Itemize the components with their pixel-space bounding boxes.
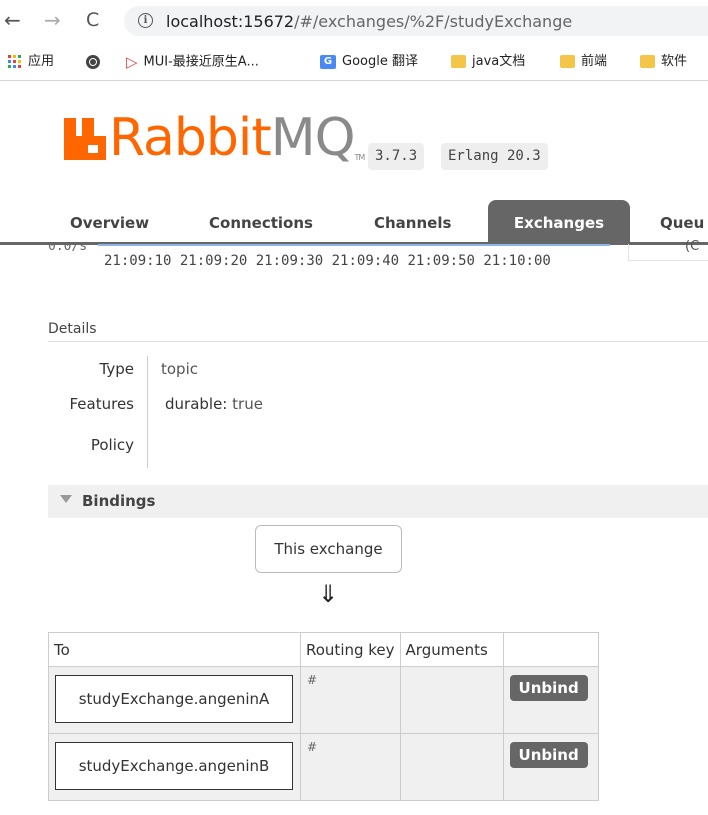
url-path: /#/exchanges/%2F/studyExchange	[294, 12, 573, 31]
cell-action: Unbind	[502, 733, 599, 801]
url-host: localhost:15672	[166, 12, 295, 31]
cell-arguments	[399, 666, 504, 734]
tab-exchanges[interactable]: Exchanges	[488, 200, 630, 244]
bookmarks-bar: 应用 ▷ MUI-最接近原生A... G Google 翻译 java文档 前端 软…	[0, 42, 708, 81]
features-label: Features	[69, 395, 135, 413]
features-value: durable: true	[165, 395, 263, 413]
main-tabs: Overview Connections Channels Exchanges …	[0, 200, 708, 244]
bookmark-software[interactable]: 软件	[640, 52, 687, 72]
x-tick: 21:09:50	[407, 253, 475, 269]
column-header-arguments: Arguments	[399, 632, 504, 667]
routing-key-value: #	[307, 673, 318, 687]
type-label: Type	[99, 360, 134, 378]
destination-queue-link[interactable]: studyExchange.angeninB	[55, 742, 293, 790]
logo-tm-text: TM	[354, 153, 366, 162]
details-divider	[48, 341, 708, 342]
chart-legend: (C	[628, 239, 708, 261]
bookmark-label: Google 翻译	[342, 54, 418, 69]
google-translate-icon: G	[320, 54, 336, 69]
cell-to: studyExchange.angeninA	[48, 666, 301, 734]
column-header-to: To	[48, 632, 301, 667]
cell-action: Unbind	[502, 666, 599, 734]
folder-icon	[560, 55, 575, 68]
chart-x-ticks: 21:09:10 21:09:20 21:09:30 21:09:40 21:0…	[104, 253, 551, 269]
info-icon[interactable]: i	[138, 13, 153, 28]
erlang-version-badge: Erlang 20.3	[441, 143, 548, 170]
logo-rabbit-text: Rabbit	[109, 108, 272, 168]
bindings-heading: Bindings	[82, 492, 156, 510]
x-tick: 21:09:10	[104, 253, 172, 269]
this-exchange-box: This exchange	[255, 525, 402, 573]
routing-key-value: #	[307, 740, 318, 754]
message-rate-chart: 0.0/s 21:09:10 21:09:20 21:09:30 21:09:4…	[48, 244, 628, 274]
globe-icon	[86, 54, 100, 69]
url-text[interactable]: localhost:15672/#/exchanges/%2F/studyExc…	[166, 12, 572, 31]
policy-label: Policy	[90, 436, 134, 454]
tab-connections[interactable]: Connections	[209, 200, 313, 244]
bookmark-apps[interactable]: 应用	[8, 52, 54, 72]
cell-arguments	[399, 733, 504, 801]
table-row: studyExchange.angeninA # Unbind	[48, 666, 599, 734]
bookmark-mui[interactable]: ▷ MUI-最接近原生A...	[126, 52, 259, 72]
legend-fragment: (C	[685, 239, 700, 254]
forward-arrow-icon[interactable]: →	[44, 9, 61, 31]
cell-routing-key: #	[300, 733, 401, 801]
details-heading: Details	[48, 321, 97, 337]
folder-icon	[640, 55, 655, 68]
x-tick: 21:09:30	[255, 253, 324, 269]
unbind-button[interactable]: Unbind	[509, 675, 588, 701]
rate-label: 0.0/s	[48, 244, 88, 254]
back-arrow-icon[interactable]: ←	[4, 9, 21, 31]
table-header-row: To Routing key Arguments	[48, 632, 599, 667]
type-value: topic	[161, 360, 198, 378]
destination-queue-link[interactable]: studyExchange.angeninA	[55, 675, 293, 723]
folder-icon	[451, 55, 466, 68]
bookmark-label: 前端	[581, 54, 608, 69]
bookmark-label: java文档	[472, 54, 526, 69]
collapse-triangle-icon	[60, 495, 72, 503]
bookmark-google-translate[interactable]: G Google 翻译	[320, 52, 418, 72]
bookmark-label: 应用	[28, 54, 55, 69]
cell-to: studyExchange.angeninB	[48, 733, 301, 801]
table-row: studyExchange.angeninB # Unbind	[48, 733, 599, 801]
version-badge: 3.7.3	[368, 143, 425, 170]
tab-overview[interactable]: Overview	[70, 200, 149, 244]
address-bar[interactable]: i localhost:15672/#/exchanges/%2F/studyE…	[124, 6, 708, 36]
features-key: durable:	[165, 395, 228, 413]
rabbitmq-logo-mark	[64, 118, 106, 160]
bookmark-globe[interactable]	[86, 52, 106, 72]
tab-queues[interactable]: Queu	[660, 200, 704, 244]
bindings-table: To Routing key Arguments studyExchange.a…	[48, 632, 599, 801]
chart-axis-line	[98, 244, 610, 246]
bindings-section-toggle[interactable]: Bindings	[48, 485, 708, 518]
browser-toolbar: ← → C i localhost:15672/#/exchanges/%2F/…	[0, 0, 708, 42]
bookmark-label: MUI-最接近原生A...	[143, 54, 259, 70]
bookmark-java-docs[interactable]: java文档	[451, 52, 525, 72]
details-separator	[147, 356, 148, 468]
tab-channels[interactable]: Channels	[374, 200, 451, 244]
unbind-button[interactable]: Unbind	[509, 742, 588, 768]
features-durable-value: true	[232, 395, 263, 413]
down-arrow-icon: ⇓	[318, 580, 339, 608]
x-tick: 21:10:00	[483, 253, 551, 269]
rabbitmq-wordmark: RabbitMQTM	[109, 108, 366, 168]
apps-icon	[8, 54, 22, 69]
column-header-actions	[502, 632, 599, 667]
cell-routing-key: #	[300, 666, 401, 734]
bookmark-frontend[interactable]: 前端	[560, 52, 607, 72]
logo-mq-text: MQ	[270, 108, 356, 168]
play-icon: ▷	[126, 53, 138, 71]
x-tick: 21:09:20	[179, 253, 248, 269]
bookmark-label: 软件	[661, 54, 688, 69]
reload-icon[interactable]: C	[86, 9, 99, 31]
column-header-routing-key: Routing key	[300, 632, 401, 667]
x-tick: 21:09:40	[331, 253, 400, 269]
